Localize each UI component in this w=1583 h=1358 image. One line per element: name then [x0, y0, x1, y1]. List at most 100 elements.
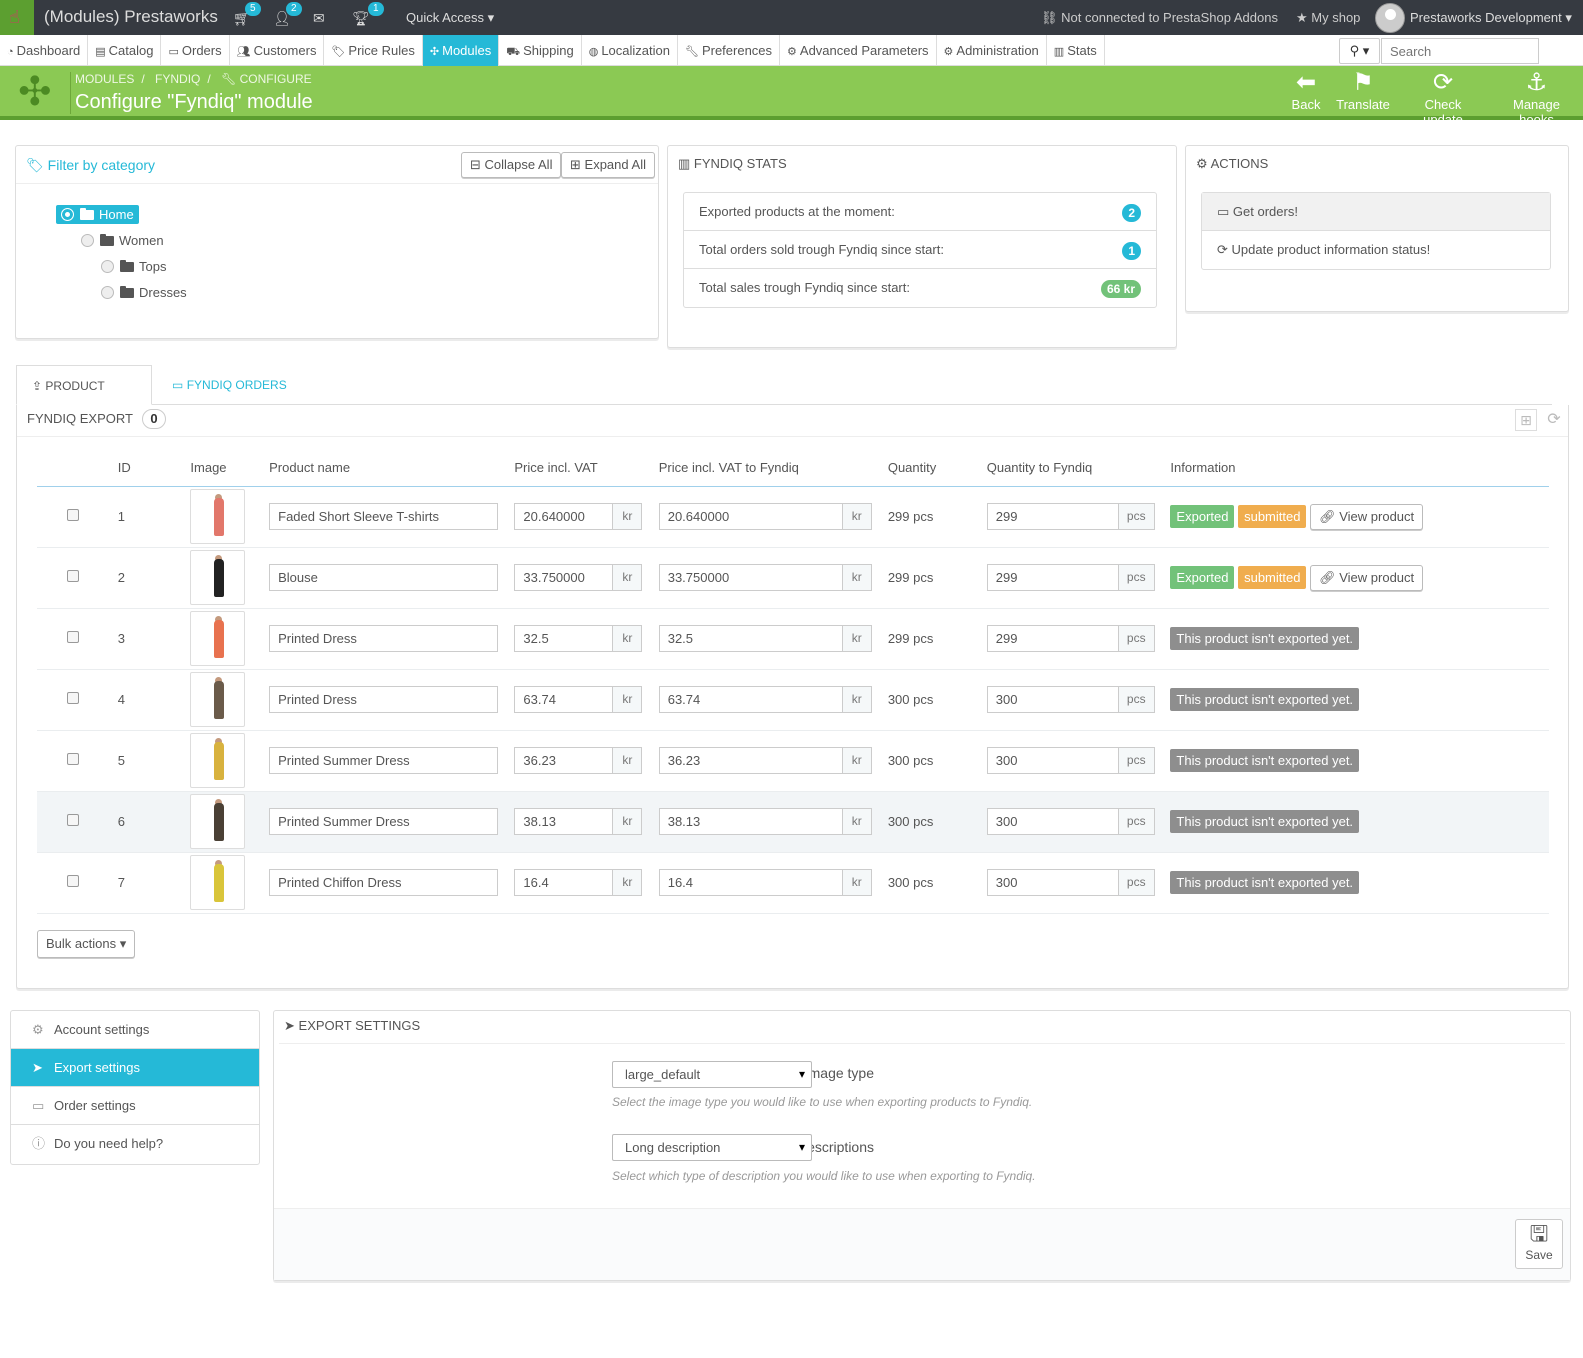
nav-item-orders[interactable]: ▭ Orders — [161, 35, 230, 66]
product-name-input[interactable]: Faded Short Sleeve T-shirts — [269, 503, 499, 530]
nav-item-label: Price Rules — [348, 43, 415, 58]
nav-item-label: Shipping — [523, 43, 574, 58]
row-checkbox[interactable] — [67, 875, 79, 887]
prestashop-logo[interactable]: ☝ — [0, 0, 34, 35]
nav-item-price-rules[interactable]: 🏷︎ Price Rules — [324, 35, 423, 66]
category-filter-title: Filter by category — [47, 157, 156, 173]
nav-item-stats[interactable]: ▥ Stats — [1047, 35, 1105, 66]
row-checkbox[interactable] — [67, 509, 79, 521]
fyndiq-quantity-input[interactable]: 300 — [986, 808, 1119, 835]
update-product-status-button[interactable]: ⟳ Update product information status! — [1202, 231, 1550, 269]
fyndiq-quantity-input[interactable]: 299 — [986, 503, 1119, 530]
column-header: Quantity — [887, 450, 987, 487]
fyndiq-quantity-input[interactable]: 300 — [986, 747, 1119, 774]
product-export-panel: Fyndiq export 0 ⊞ ⟳ ID Image Product name P… — [16, 405, 1569, 989]
tree-node-tops[interactable]: Tops — [101, 259, 166, 274]
fyndiq-price-input[interactable]: 38.13 — [658, 808, 843, 835]
product-descriptions-select[interactable]: Long description — [612, 1134, 812, 1161]
nav-item-customers[interactable]: 👥︎ Customers — [230, 35, 325, 66]
product-name-input[interactable]: Blouse — [269, 564, 499, 591]
row-checkbox[interactable] — [67, 570, 79, 582]
menu-account-settings[interactable]: ⚙ Account settings — [11, 1011, 259, 1049]
cog-icon: ⚙ — [32, 1022, 44, 1037]
product-name-input[interactable]: Printed Chiffon Dress — [269, 869, 499, 896]
radio-button[interactable] — [101, 286, 114, 299]
collapse-all-button[interactable]: ⊟ Collapse All — [461, 152, 562, 178]
price-input[interactable]: 63.74 — [514, 686, 614, 713]
back-button[interactable]: ⬅ Back — [1288, 69, 1324, 112]
radio-button[interactable] — [101, 260, 114, 273]
price-input[interactable]: 32.5 — [514, 625, 614, 652]
translate-button[interactable]: ⚑ Translate — [1334, 69, 1392, 112]
radio-button[interactable] — [81, 234, 94, 247]
fyndiq-quantity-input[interactable]: 300 — [986, 869, 1119, 896]
search-type-button[interactable]: ⚲ ▾ — [1339, 38, 1380, 64]
fyndiq-quantity-input[interactable]: 299 — [986, 625, 1119, 652]
tree-node-home[interactable]: Home — [56, 205, 139, 224]
menu-help[interactable]: ⓘ Do you need help? — [11, 1125, 259, 1163]
price-input[interactable]: 16.4 — [514, 869, 614, 896]
search-input[interactable] — [1381, 38, 1539, 64]
quick-access-menu[interactable]: Quick Access ▾ — [406, 10, 494, 26]
price-input[interactable]: 38.13 — [514, 808, 614, 835]
envelope-icon[interactable]: ✉ — [313, 10, 325, 27]
currency-addon: kr — [613, 808, 643, 835]
price-input[interactable]: 20.640000 — [514, 503, 614, 530]
manage-hooks-button[interactable]: ⚓ Manage hooks — [1494, 69, 1579, 127]
nav-item-shipping[interactable]: ⛟ Shipping — [499, 35, 582, 66]
fyndiq-quantity-input[interactable]: 299 — [986, 564, 1119, 591]
product-name-input[interactable]: Printed Dress — [269, 625, 499, 652]
profile-menu[interactable]: Prestaworks Development ▾ — [1410, 10, 1572, 26]
row-checkbox[interactable] — [67, 692, 79, 704]
save-button[interactable]: 🖫︎ Save — [1515, 1219, 1563, 1269]
fyndiq-quantity-input[interactable]: 300 — [986, 686, 1119, 713]
fyndiq-price-input[interactable]: 20.640000 — [658, 503, 843, 530]
column-header: ID — [117, 450, 191, 487]
get-orders-button[interactable]: ▭ Get orders! — [1202, 193, 1550, 231]
tab-product-export[interactable]: ⇪ Product export — [16, 365, 152, 433]
tree-node-dresses[interactable]: Dresses — [101, 285, 187, 300]
row-checkbox[interactable] — [67, 753, 79, 765]
bulk-actions-button[interactable]: Bulk actions ▾ — [37, 930, 136, 958]
expand-all-button[interactable]: ⊞ Expand All — [561, 152, 655, 178]
nav-item-localization[interactable]: ◍ Localization — [582, 35, 678, 66]
tab-fyndiq-orders[interactable]: ▭ Fyndiq orders — [157, 365, 302, 405]
nav-item-dashboard[interactable]: ◔ Dashboard — [0, 35, 89, 66]
add-icon[interactable]: ⊞ — [1515, 409, 1537, 431]
row-checkbox[interactable] — [67, 814, 79, 826]
breadcrumb-modules[interactable]: Modules — [75, 72, 134, 86]
trophy-icon[interactable]: 🏆︎ — [352, 10, 370, 27]
product-name-input[interactable]: Printed Dress — [269, 686, 499, 713]
currency-addon: kr — [842, 503, 872, 530]
nav-item-advanced-parameters[interactable]: ⚙ Advanced Parameters — [780, 35, 937, 66]
nav-item-catalog[interactable]: ▤ Catalog — [88, 35, 162, 66]
row-checkbox[interactable] — [67, 631, 79, 643]
menu-order-settings[interactable]: ▭ Order settings — [11, 1087, 259, 1125]
view-product-button[interactable]: 🔗︎ View product — [1310, 503, 1424, 530]
view-product-button[interactable]: 🔗︎ View product — [1310, 564, 1424, 591]
fyndiq-price-input[interactable]: 32.5 — [658, 625, 843, 652]
fyndiq-price-input[interactable]: 36.23 — [658, 747, 843, 774]
price-input[interactable]: 33.750000 — [514, 564, 614, 591]
addons-connection-link[interactable]: ⛓ Not connected to PrestaShop Addons — [1041, 10, 1278, 26]
price-input[interactable]: 36.23 — [514, 747, 614, 774]
caret-down-icon: ▾ — [1565, 10, 1572, 25]
fyndiq-price-input[interactable]: 33.750000 — [658, 564, 843, 591]
product-name-input[interactable]: Printed Summer Dress — [269, 747, 499, 774]
avatar[interactable] — [1375, 3, 1405, 33]
radio-button[interactable] — [61, 208, 74, 221]
tree-node-women[interactable]: Women — [81, 233, 164, 248]
menu-export-settings[interactable]: ➤ Export settings — [11, 1049, 259, 1087]
refresh-icon[interactable]: ⟳ — [1543, 409, 1565, 431]
nav-item-preferences[interactable]: 🔧︎ Preferences — [678, 35, 781, 66]
image-type-select[interactable]: large_default — [612, 1061, 812, 1088]
my-shop-link[interactable]: ★ My shop — [1296, 10, 1360, 26]
fyndiq-price-input[interactable]: 63.74 — [658, 686, 843, 713]
nav-item-administration[interactable]: ⚙ Administration — [937, 35, 1047, 66]
nav-item-modules[interactable]: ✣ Modules — [422, 35, 500, 66]
product-name-input[interactable]: Printed Summer Dress — [269, 808, 499, 835]
check-update-button[interactable]: ⟳ Check update — [1403, 69, 1483, 127]
not-exported-label: This product isn't exported yet. — [1170, 688, 1360, 711]
breadcrumb-fyndiq[interactable]: Fyndiq — [155, 72, 200, 86]
fyndiq-price-input[interactable]: 16.4 — [658, 869, 843, 896]
